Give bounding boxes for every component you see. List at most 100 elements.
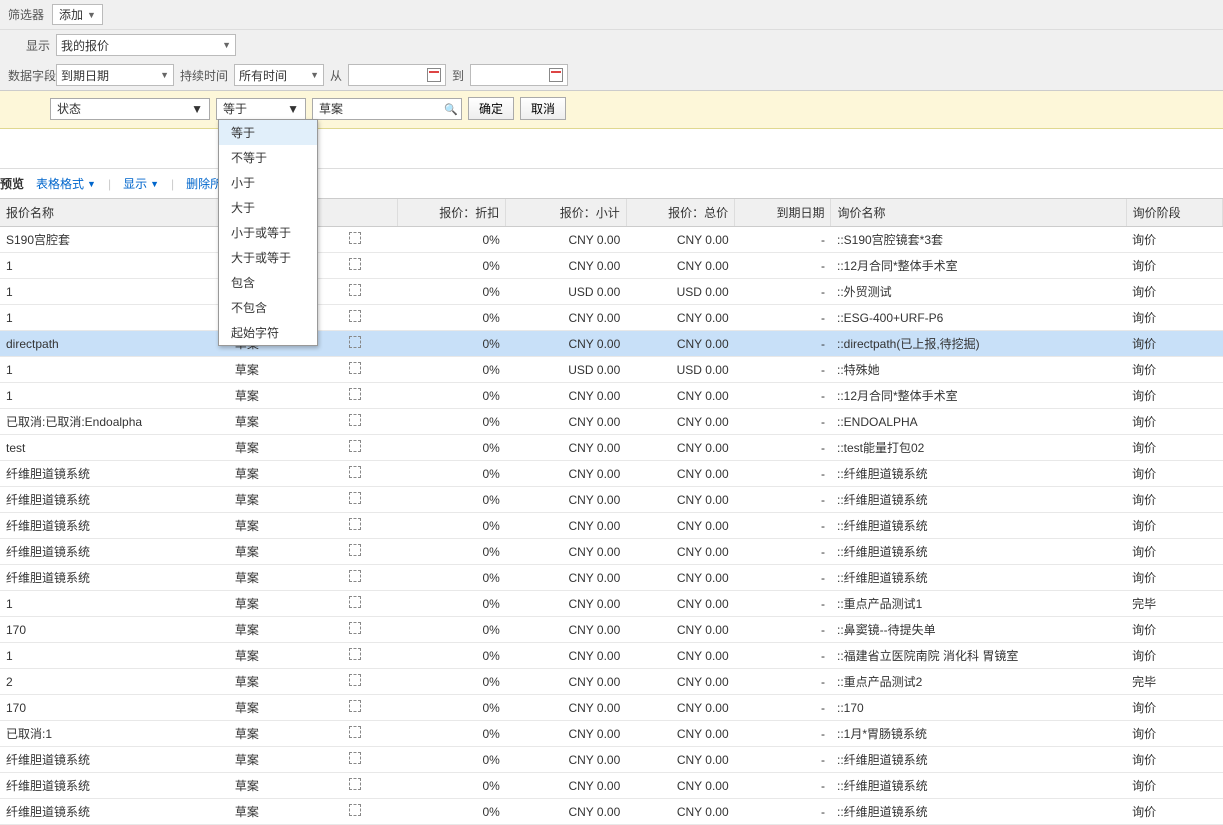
col-checkbox[interactable] — [313, 199, 397, 227]
checkbox-icon[interactable] — [349, 700, 361, 712]
table-row[interactable]: 已取消:已取消:Endoalpha草案0%CNY 0.00CNY 0.00-::… — [0, 409, 1223, 435]
checkbox-icon[interactable] — [349, 258, 361, 270]
show-select[interactable]: 我的报价▼ — [56, 34, 236, 56]
cell-checkbox[interactable] — [313, 279, 397, 305]
checkbox-icon[interactable] — [349, 414, 361, 426]
cell-checkbox[interactable] — [313, 331, 397, 357]
table-row[interactable]: S190宫腔套草案0%CNY 0.00CNY 0.00-::S190宫腔镜套*3… — [0, 227, 1223, 253]
to-date-input[interactable] — [470, 64, 568, 86]
col-inquiry[interactable]: 询价名称 — [831, 199, 1126, 227]
table-row[interactable]: 1草案0%CNY 0.00CNY 0.00-::12月合同*整体手术室询价 — [0, 383, 1223, 409]
checkbox-icon[interactable] — [349, 466, 361, 478]
cell-checkbox[interactable] — [313, 253, 397, 279]
cell-checkbox[interactable] — [313, 799, 397, 825]
table-format-link[interactable]: 表格格式 ▼ — [36, 175, 96, 192]
cell-checkbox[interactable] — [313, 617, 397, 643]
operator-option[interactable]: 起始字符 — [219, 320, 317, 345]
table-row[interactable]: directpath草案0%CNY 0.00CNY 0.00-::directp… — [0, 331, 1223, 357]
checkbox-icon[interactable] — [349, 518, 361, 530]
cell-checkbox[interactable] — [313, 669, 397, 695]
checkbox-icon[interactable] — [349, 622, 361, 634]
cell-checkbox[interactable] — [313, 773, 397, 799]
operator-option[interactable]: 不包含 — [219, 295, 317, 320]
cell-checkbox[interactable] — [313, 487, 397, 513]
add-filter-button[interactable]: 添加▼ — [52, 4, 103, 25]
cell-checkbox[interactable] — [313, 357, 397, 383]
from-date-input[interactable] — [348, 64, 446, 86]
display-link[interactable]: 显示 ▼ — [123, 175, 159, 192]
table-row[interactable]: 纤维胆道镜系统草案0%CNY 0.00CNY 0.00-::纤维胆道镜系统询价 — [0, 513, 1223, 539]
table-row[interactable]: 1草案0%USD 0.00USD 0.00-::外贸测试询价 — [0, 279, 1223, 305]
cell-checkbox[interactable] — [313, 435, 397, 461]
operator-option[interactable]: 等于 — [219, 120, 317, 145]
checkbox-icon[interactable] — [349, 674, 361, 686]
operator-option[interactable]: 包含 — [219, 270, 317, 295]
ok-button[interactable]: 确定 — [468, 97, 514, 120]
table-row[interactable]: 2草案0%CNY 0.00CNY 0.00-::重点产品测试2完毕 — [0, 669, 1223, 695]
checkbox-icon[interactable] — [349, 596, 361, 608]
checkbox-icon[interactable] — [349, 336, 361, 348]
cell-checkbox[interactable] — [313, 461, 397, 487]
checkbox-icon[interactable] — [349, 284, 361, 296]
col-stage[interactable]: 询价阶段 — [1126, 199, 1222, 227]
table-row[interactable]: 1草案0%USD 0.00USD 0.00-::特殊她询价 — [0, 357, 1223, 383]
operator-option[interactable]: 大于 — [219, 195, 317, 220]
table-row[interactable]: 纤维胆道镜系统草案0%CNY 0.00CNY 0.00-::纤维胆道镜系统询价 — [0, 799, 1223, 825]
checkbox-icon[interactable] — [349, 726, 361, 738]
table-row[interactable]: 纤维胆道镜系统草案0%CNY 0.00CNY 0.00-::纤维胆道镜系统询价 — [0, 487, 1223, 513]
col-total[interactable]: 报价：总价 — [626, 199, 734, 227]
operator-option[interactable]: 小于或等于 — [219, 220, 317, 245]
col-subtotal[interactable]: 报价：小计 — [506, 199, 626, 227]
checkbox-icon[interactable] — [349, 492, 361, 504]
table-row[interactable]: 1草案0%CNY 0.00CNY 0.00-::重点产品测试1完毕 — [0, 591, 1223, 617]
field-select[interactable]: 状态▼ — [50, 98, 210, 120]
checkbox-icon[interactable] — [349, 648, 361, 660]
cell-checkbox[interactable] — [313, 695, 397, 721]
table-row[interactable]: 1草案0%CNY 0.00CNY 0.00-::12月合同*整体手术室询价 — [0, 253, 1223, 279]
cell-checkbox[interactable] — [313, 227, 397, 253]
checkbox-icon[interactable] — [349, 544, 361, 556]
cell-checkbox[interactable] — [313, 305, 397, 331]
checkbox-icon[interactable] — [349, 388, 361, 400]
checkbox-icon[interactable] — [349, 362, 361, 374]
preview-tab[interactable]: 预览 — [0, 175, 24, 192]
checkbox-icon[interactable] — [349, 570, 361, 582]
table-row[interactable]: 1草案0%CNY 0.00CNY 0.00-::ESG-400+URF-P6询价 — [0, 305, 1223, 331]
cell-checkbox[interactable] — [313, 513, 397, 539]
table-row[interactable]: 1草案0%CNY 0.00CNY 0.00-::福建省立医院南院 消化科 胃镜室… — [0, 643, 1223, 669]
checkbox-icon[interactable] — [349, 232, 361, 244]
checkbox-icon[interactable] — [349, 752, 361, 764]
col-name[interactable]: 报价名称 — [0, 199, 229, 227]
cell-checkbox[interactable] — [313, 643, 397, 669]
table-row[interactable]: test草案0%CNY 0.00CNY 0.00-::test能量打包02询价 — [0, 435, 1223, 461]
duration-select[interactable]: 所有时间▼ — [234, 64, 324, 86]
table-row[interactable]: 纤维胆道镜系统草案0%CNY 0.00CNY 0.00-::纤维胆道镜系统询价 — [0, 747, 1223, 773]
operator-option[interactable]: 小于 — [219, 170, 317, 195]
operator-option[interactable]: 大于或等于 — [219, 245, 317, 270]
table-row[interactable]: 纤维胆道镜系统草案0%CNY 0.00CNY 0.00-::纤维胆道镜系统询价 — [0, 461, 1223, 487]
cell-checkbox[interactable] — [313, 565, 397, 591]
cell-checkbox[interactable] — [313, 409, 397, 435]
search-icon[interactable] — [444, 102, 458, 116]
cancel-button[interactable]: 取消 — [520, 97, 566, 120]
table-row[interactable]: 纤维胆道镜系统草案0%CNY 0.00CNY 0.00-::纤维胆道镜系统询价 — [0, 565, 1223, 591]
cell-checkbox[interactable] — [313, 591, 397, 617]
table-row[interactable]: 170草案0%CNY 0.00CNY 0.00-::鼻窦镜--待提失单询价 — [0, 617, 1223, 643]
checkbox-icon[interactable] — [349, 778, 361, 790]
cell-checkbox[interactable] — [313, 721, 397, 747]
col-due[interactable]: 到期日期 — [735, 199, 831, 227]
cell-checkbox[interactable] — [313, 747, 397, 773]
checkbox-icon[interactable] — [349, 440, 361, 452]
table-row[interactable]: 纤维胆道镜系统草案0%CNY 0.00CNY 0.00-::纤维胆道镜系统询价 — [0, 773, 1223, 799]
value-input[interactable]: 草案 — [312, 98, 462, 120]
operator-select[interactable]: 等于▼ — [216, 98, 306, 120]
datafield-select[interactable]: 到期日期▼ — [56, 64, 174, 86]
col-discount[interactable]: 报价：折扣 — [397, 199, 505, 227]
operator-option[interactable]: 不等于 — [219, 145, 317, 170]
table-row[interactable]: 170草案0%CNY 0.00CNY 0.00-::170询价 — [0, 695, 1223, 721]
checkbox-icon[interactable] — [349, 310, 361, 322]
checkbox-icon[interactable] — [349, 804, 361, 816]
cell-checkbox[interactable] — [313, 539, 397, 565]
table-row[interactable]: 已取消:1草案0%CNY 0.00CNY 0.00-::1月*胃肠镜系统询价 — [0, 721, 1223, 747]
cell-checkbox[interactable] — [313, 383, 397, 409]
